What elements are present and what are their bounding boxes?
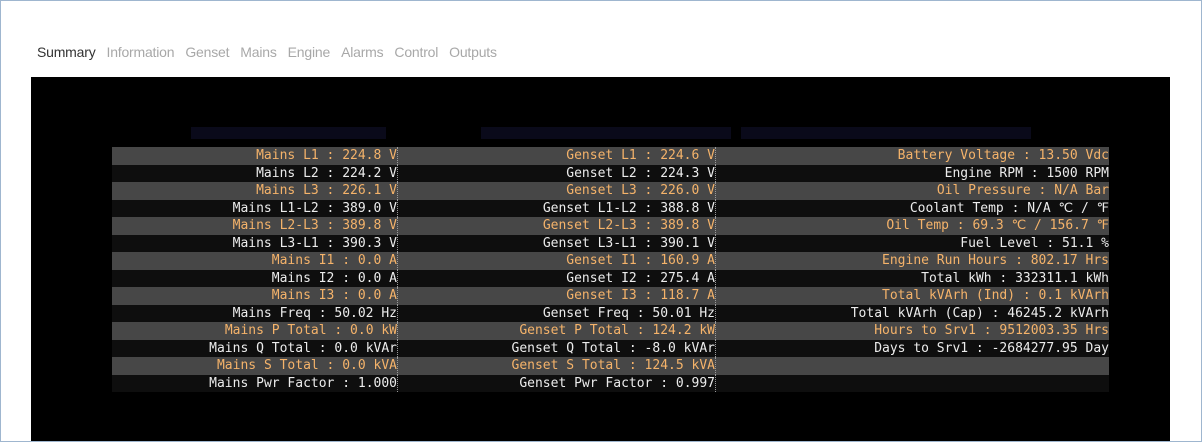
table-row: Mains Q Total : 0.0 kVAr Genset Q Total :… (112, 339, 1109, 357)
panel-frame: Summary Information Genset Mains Engine … (0, 0, 1202, 442)
mains-value-cell: Mains I3 : 0.0 A (112, 287, 398, 305)
table-row: Mains L3 : 226.1 V Genset L3 : 226.0 V Oil… (112, 182, 1109, 200)
mains-value-cell: Mains Pwr Factor : 1.000 (112, 374, 398, 392)
mains-value-cell: Mains L2-L3 : 389.8 V (112, 217, 398, 235)
genset-value-cell: Genset Pwr Factor : 0.997 (398, 374, 716, 392)
engine-value-cell: Battery Voltage : 13.50 Vdc (897, 148, 1109, 163)
table-row: Mains L3-L1 : 390.3 V Genset L3-L1 : 390.… (112, 234, 1109, 252)
tab-mains[interactable]: Mains (240, 44, 277, 60)
genset-value-cell: Genset L3 : 226.0 V (398, 182, 716, 200)
tab-alarms[interactable]: Alarms (341, 44, 384, 60)
engine-value-cell: Fuel Level : 51.1 % (960, 235, 1109, 251)
mains-value-cell: Mains I1 : 0.0 A (112, 252, 398, 270)
table-row: Mains L1 : 224.8 V Genset L1 : 224.6 V Bat… (112, 147, 1109, 165)
mains-value-cell: Mains Q Total : 0.0 kVAr (112, 339, 398, 357)
engine-value-cell: Total kWh : 332311.1 kWh (921, 270, 1109, 286)
tab-bar: Summary Information Genset Mains Engine … (37, 44, 497, 60)
summary-table: Mains L1 : 224.8 V Genset L1 : 224.6 V Bat… (112, 147, 1109, 392)
table-row: Mains S Total : 0.0 kVA Genset S Total : … (112, 357, 1109, 375)
mains-value-cell: Mains P Total : 0.0 kW (112, 322, 398, 340)
genset-value-cell: Genset S Total : 124.5 kVA (398, 357, 716, 375)
mains-value-cell: Mains S Total : 0.0 kVA (112, 357, 398, 375)
header-shadow (191, 127, 386, 139)
mains-value-cell: Mains L3-L1 : 390.3 V (112, 234, 398, 252)
engine-value-cell: Total kVArh (Ind) : 0.1 kVArh (882, 288, 1109, 303)
engine-value-cell (716, 375, 1109, 393)
genset-value-cell: Genset L3-L1 : 390.1 V (398, 234, 716, 252)
table-row: Mains I3 : 0.0 A Genset I3 : 118.7 A Total… (112, 287, 1109, 305)
engine-value-cell: Engine Run Hours : 802.17 Hrs (882, 253, 1109, 268)
table-row: Mains L1-L2 : 389.0 V Genset L1-L2 : 388.… (112, 199, 1109, 217)
engine-value-cell: Engine RPM : 1500 RPM (944, 165, 1109, 181)
tab-genset[interactable]: Genset (185, 44, 229, 60)
summary-screen: Mains L1 : 224.8 V Genset L1 : 224.6 V Bat… (31, 77, 1170, 441)
engine-value-cell: Hours to Srv1 : 9512003.35 Hrs (874, 323, 1109, 338)
mains-value-cell: Mains L1-L2 : 389.0 V (112, 199, 398, 217)
mains-value-cell: Mains L2 : 224.2 V (112, 164, 398, 182)
tab-engine[interactable]: Engine (288, 44, 331, 60)
tab-control[interactable]: Control (394, 44, 438, 60)
table-row: Mains I2 : 0.0 A Genset I2 : 275.4 A Total… (112, 269, 1109, 287)
table-row: Mains L2-L3 : 389.8 V Genset L2-L3 : 389.… (112, 217, 1109, 235)
table-row: Mains Freq : 50.02 Hz Genset Freq : 50.01… (112, 304, 1109, 322)
table-row: Mains Pwr Factor : 1.000 Genset Pwr Facto… (112, 374, 1109, 393)
genset-value-cell: Genset Q Total : -8.0 kVAr (398, 339, 716, 357)
header-shadow (741, 127, 1031, 139)
genset-value-cell: Genset I3 : 118.7 A (398, 287, 716, 305)
genset-value-cell: Genset L1 : 224.6 V (398, 147, 716, 165)
table-row: Mains P Total : 0.0 kW Genset P Total : 1… (112, 322, 1109, 340)
header-shadow (481, 127, 731, 139)
table-row: Mains I1 : 0.0 A Genset I1 : 160.9 A Engin… (112, 252, 1109, 270)
genset-value-cell: Genset L1-L2 : 388.8 V (398, 199, 716, 217)
engine-value-cell: Total kVArh (Cap) : 46245.2 kVArh (850, 305, 1109, 321)
tab-summary[interactable]: Summary (37, 44, 96, 60)
engine-value-cell: Coolant Temp : N/A ℃ / ℉ (909, 200, 1109, 216)
mains-value-cell: Mains L1 : 224.8 V (112, 147, 398, 165)
genset-value-cell: Genset Freq : 50.01 Hz (398, 304, 716, 322)
genset-value-cell: Genset L2-L3 : 389.8 V (398, 217, 716, 235)
table-row: Mains L2 : 224.2 V Genset L2 : 224.3 V Eng… (112, 164, 1109, 182)
tab-outputs[interactable]: Outputs (449, 44, 497, 60)
engine-value-cell (716, 357, 1109, 375)
mains-value-cell: Mains L3 : 226.1 V (112, 182, 398, 200)
genset-value-cell: Genset P Total : 124.2 kW (398, 322, 716, 340)
genset-value-cell: Genset I1 : 160.9 A (398, 252, 716, 270)
genset-value-cell: Genset L2 : 224.3 V (398, 164, 716, 182)
engine-value-cell: Oil Pressure : N/A Bar (936, 183, 1109, 198)
mains-value-cell: Mains Freq : 50.02 Hz (112, 304, 398, 322)
tab-information[interactable]: Information (107, 44, 175, 60)
engine-value-cell: Oil Temp : 69.3 ℃ / 156.7 ℉ (886, 218, 1109, 233)
mains-value-cell: Mains I2 : 0.0 A (112, 269, 398, 287)
engine-value-cell: Days to Srv1 : -2684277.95 Day (874, 340, 1109, 356)
genset-value-cell: Genset I2 : 275.4 A (398, 269, 716, 287)
